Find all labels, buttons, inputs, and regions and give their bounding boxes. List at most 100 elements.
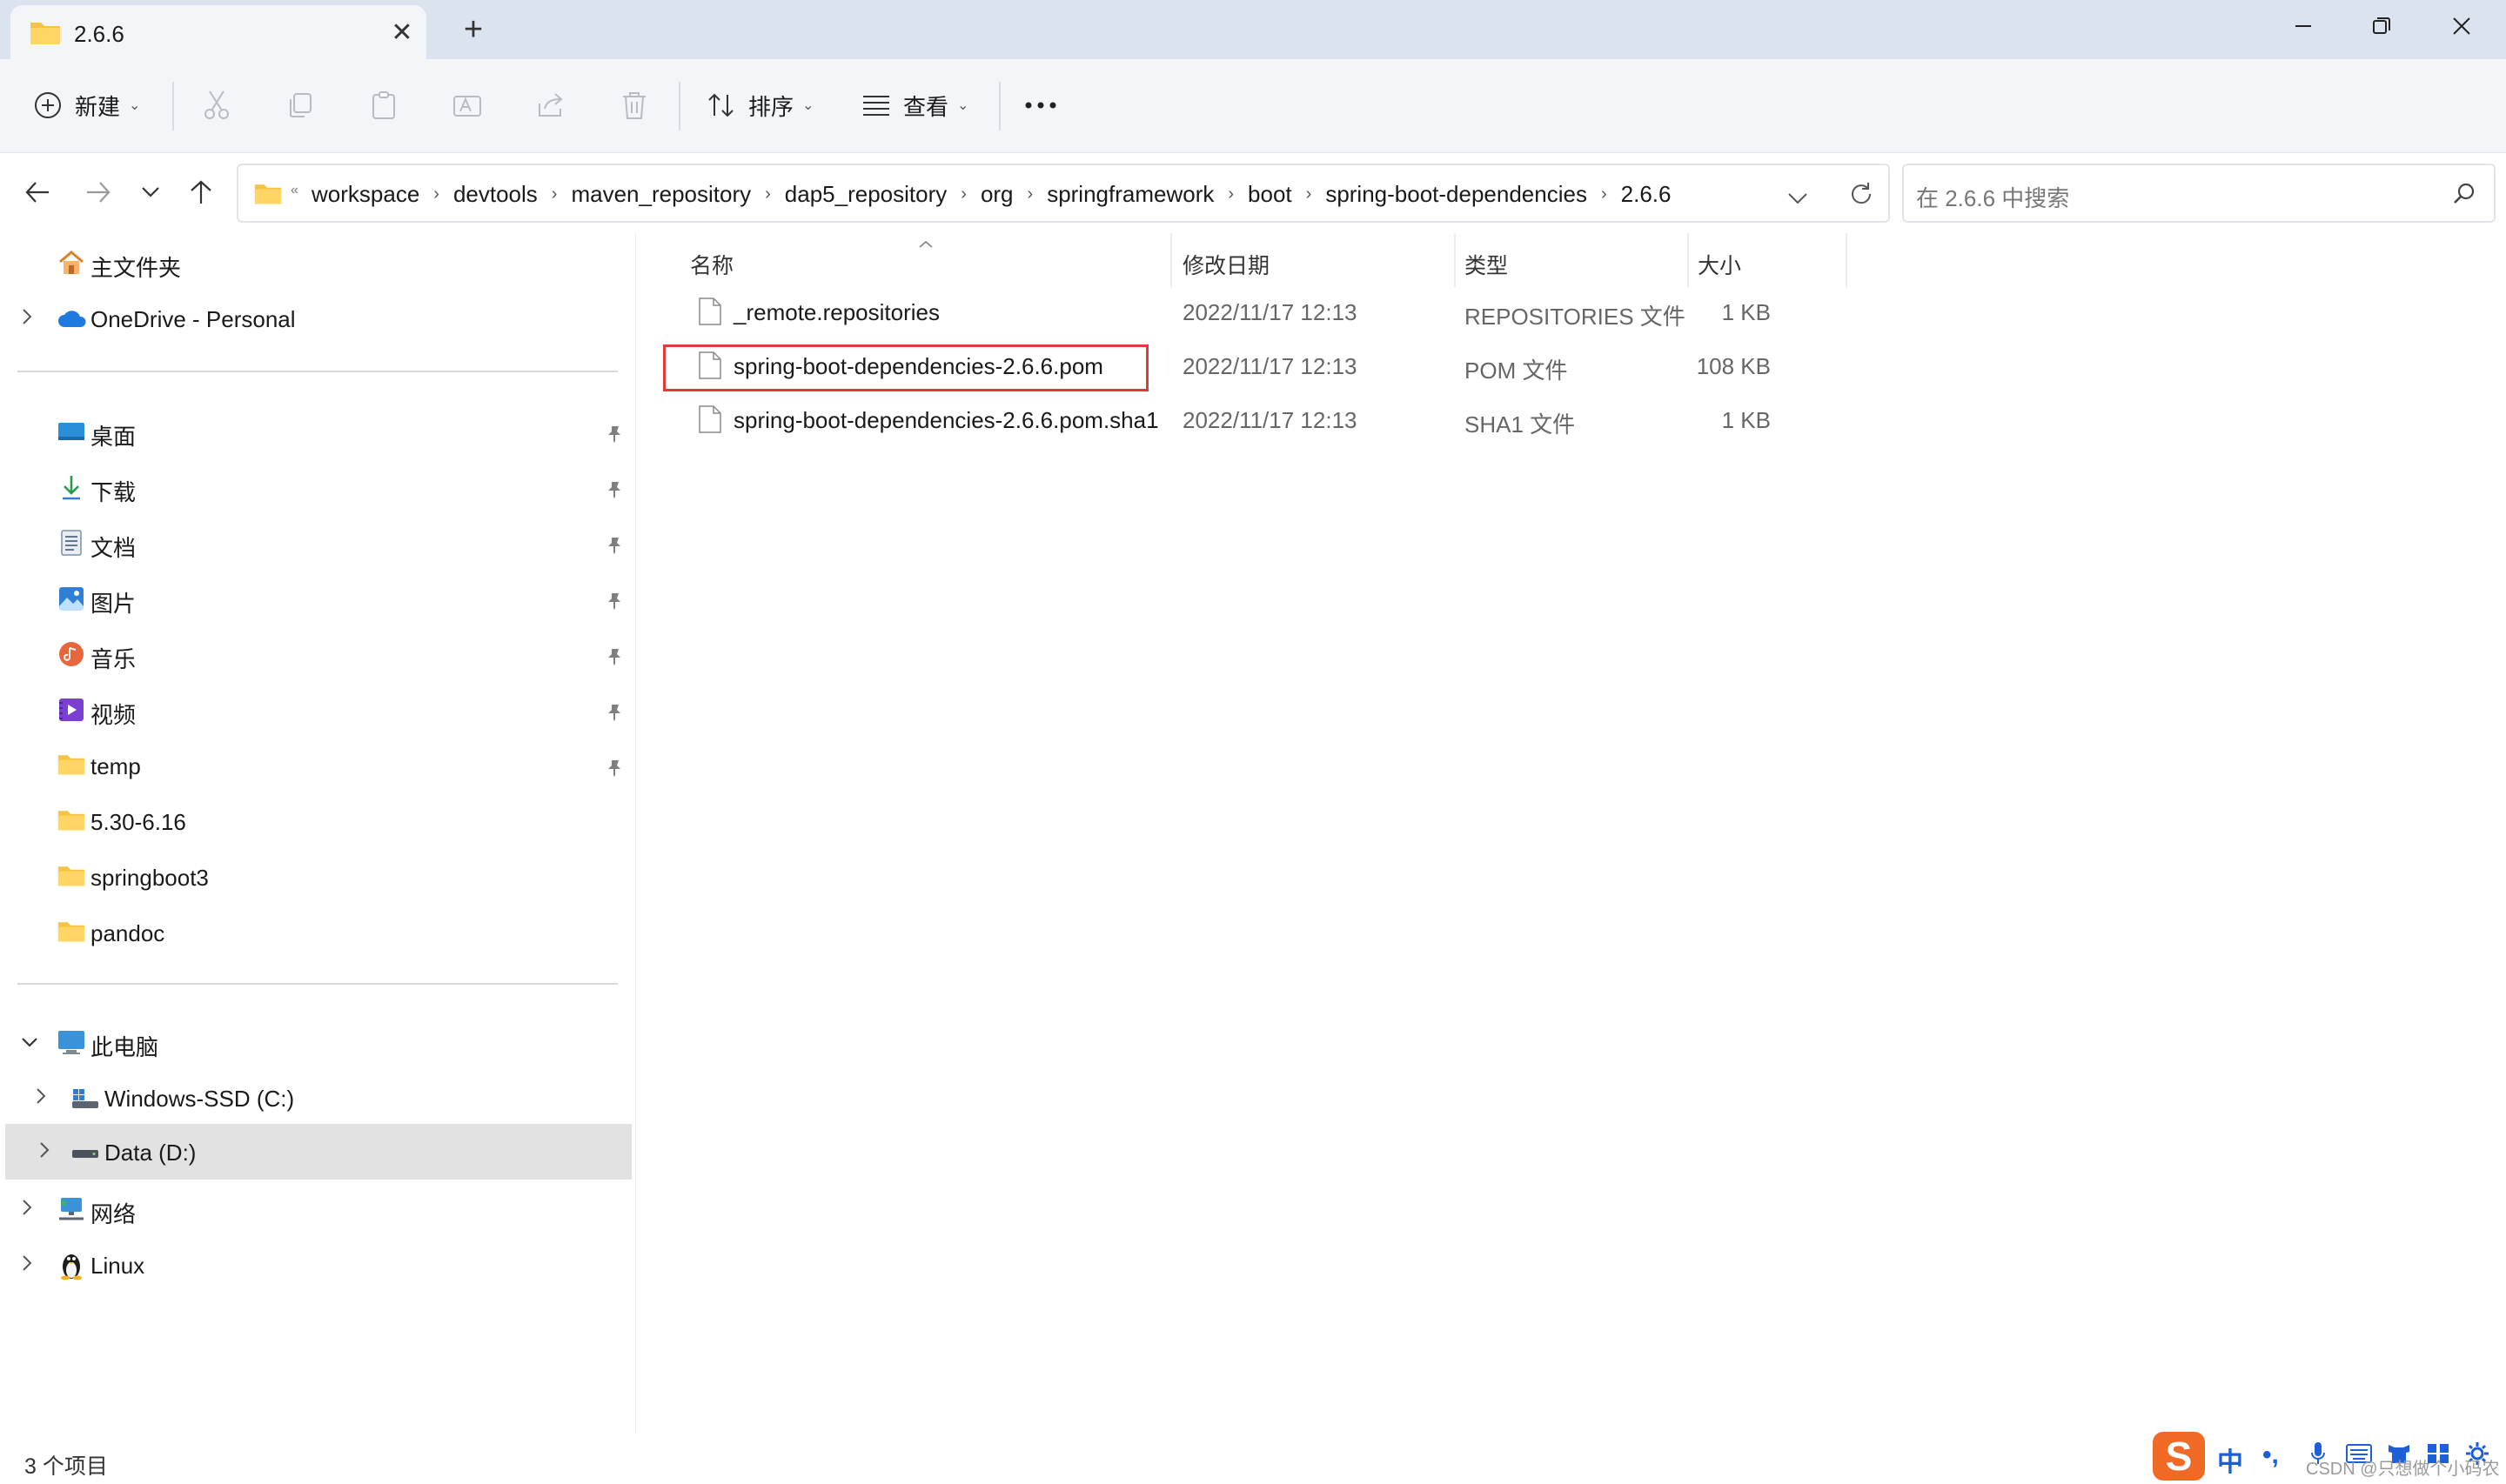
sidebar-item-temp[interactable]: temp (0, 738, 635, 793)
paste-button[interactable] (364, 85, 404, 125)
sidebar-item-documents[interactable]: 文档 (0, 515, 635, 571)
refresh-icon (1852, 183, 1872, 204)
ime-mode-toggle[interactable]: 中 (2217, 1441, 2243, 1479)
sidebar-item-desktop[interactable]: 桌面 (0, 404, 635, 459)
ime-logo-icon[interactable]: S (2153, 1432, 2205, 1481)
sidebar-item-downloads[interactable]: 下载 (0, 459, 635, 515)
new-button[interactable]: 新建 ⌄ (33, 85, 140, 125)
chevron-right-icon[interactable] (38, 1141, 59, 1162)
chevron-right-icon[interactable]: › (1306, 184, 1312, 204)
close-icon (2453, 17, 2470, 35)
breadcrumb-item[interactable]: springframework (1047, 181, 1214, 208)
breadcrumb-item[interactable]: maven_repository (571, 181, 751, 208)
new-tab-button[interactable]: + (454, 12, 492, 50)
search-box[interactable]: 在 2.6.6 中搜索 (1902, 164, 2496, 223)
breadcrumb-item[interactable]: boot (1248, 181, 1292, 208)
back-button[interactable] (16, 170, 59, 214)
breadcrumb-item-current[interactable]: 2.6.6 (1621, 181, 1672, 208)
search-input[interactable]: 在 2.6.6 中搜索 (1916, 181, 2069, 213)
sidebar-item-home[interactable]: 主文件夹 (0, 235, 635, 291)
view-button[interactable]: 查看 ⌄ (861, 85, 968, 125)
column-divider[interactable] (1170, 233, 1172, 287)
pin-icon[interactable] (606, 534, 623, 561)
chevron-right-icon[interactable] (21, 308, 42, 329)
pin-icon[interactable] (606, 701, 623, 728)
pin-icon[interactable] (606, 757, 623, 784)
breadcrumb-item[interactable]: dap5_repository (785, 181, 947, 208)
arrow-right-icon (87, 182, 111, 203)
chevron-right-icon[interactable]: › (1028, 184, 1034, 204)
pin-icon[interactable] (606, 423, 623, 450)
chevron-right-icon[interactable]: › (765, 184, 771, 204)
delete-button[interactable] (614, 85, 654, 125)
column-header-size[interactable]: 大小 (1698, 240, 1741, 289)
sidebar-item-pictures[interactable]: 图片 (0, 571, 635, 626)
file-row[interactable]: _remote.repositories 2022/11/17 12:13 RE… (664, 287, 2230, 339)
sidebar-item-label: 图片 (90, 591, 137, 617)
share-button[interactable] (531, 85, 571, 125)
refresh-button[interactable] (1848, 181, 1874, 213)
pin-icon[interactable] (606, 645, 623, 672)
navigation-row: « workspace › devtools › maven_repositor… (0, 153, 2506, 233)
restore-button[interactable] (2342, 0, 2421, 52)
recent-locations-button[interactable] (129, 170, 172, 214)
breadcrumb-item[interactable]: spring-boot-dependencies (1325, 181, 1587, 208)
pin-icon[interactable] (606, 590, 623, 617)
minimize-button[interactable] (2264, 0, 2342, 52)
chevron-right-icon[interactable]: › (433, 184, 439, 204)
chevron-down-icon[interactable] (21, 1032, 42, 1053)
address-dropdown-button[interactable] (1787, 184, 1808, 211)
sidebar-divider (17, 983, 618, 985)
copy-button[interactable] (280, 85, 320, 125)
sidebar-item-springboot3[interactable]: springboot3 (0, 849, 635, 905)
chevron-right-icon[interactable]: › (552, 184, 558, 204)
sidebar-item-pandoc[interactable]: pandoc (0, 905, 635, 960)
chevron-right-icon[interactable] (21, 1254, 42, 1275)
sort-button[interactable]: 排序 ⌄ (707, 85, 814, 125)
chevron-right-icon[interactable] (21, 1199, 42, 1220)
sidebar-item-onedrive[interactable]: OneDrive - Personal (0, 291, 635, 346)
column-header-name[interactable]: 名称 (690, 240, 734, 289)
column-header-date[interactable]: 修改日期 (1183, 240, 1270, 289)
sidebar-item-videos[interactable]: 视频 (0, 682, 635, 738)
chevron-right-icon[interactable]: › (961, 184, 967, 204)
sidebar-item-linux[interactable]: Linux (0, 1237, 635, 1293)
address-bar[interactable]: « workspace › devtools › maven_repositor… (237, 164, 1890, 223)
overflow-icon[interactable]: « (291, 183, 298, 198)
column-header-type[interactable]: 类型 (1464, 240, 1508, 289)
sidebar-item-label: pandoc (90, 920, 165, 946)
chevron-right-icon[interactable] (35, 1087, 56, 1108)
item-count: 3 个项目 (24, 1454, 108, 1479)
chevron-right-icon[interactable]: › (1228, 184, 1234, 204)
close-window-button[interactable] (2422, 0, 2501, 52)
sidebar-item-folder[interactable]: 5.30-6.16 (0, 793, 635, 849)
folder-icon (57, 807, 85, 835)
column-divider[interactable] (1687, 233, 1689, 287)
sidebar-item-label: temp (90, 753, 141, 779)
column-divider[interactable] (1846, 233, 1847, 287)
ime-punctuation-toggle[interactable]: •, (2262, 1441, 2279, 1470)
sidebar-item-drive-d[interactable]: Data (D:) (5, 1124, 632, 1180)
breadcrumb-item[interactable]: devtools (453, 181, 538, 208)
search-icon[interactable] (2452, 181, 2476, 211)
sidebar-item-drive-c[interactable]: Windows-SSD (C:) (0, 1070, 635, 1126)
sidebar-item-music[interactable]: 音乐 (0, 626, 635, 682)
chevron-right-icon[interactable]: › (1601, 184, 1607, 204)
drive-icon (71, 1138, 99, 1166)
folder-icon (30, 19, 61, 51)
breadcrumb-item[interactable]: workspace (312, 181, 419, 208)
close-tab-icon[interactable]: ✕ (385, 16, 419, 50)
sidebar-item-this-pc[interactable]: 此电脑 (0, 1014, 635, 1070)
rename-button[interactable] (447, 85, 487, 125)
tab-active[interactable]: 2.6.6 ✕ (10, 5, 426, 59)
forward-button[interactable] (77, 170, 120, 214)
up-button[interactable] (179, 170, 223, 214)
annotation-highlight-box (663, 344, 1149, 391)
file-row[interactable]: spring-boot-dependencies-2.6.6.pom.sha1 … (664, 395, 2230, 447)
breadcrumb-item[interactable]: org (981, 181, 1014, 208)
sidebar-item-network[interactable]: 网络 (0, 1181, 635, 1237)
more-options-button[interactable] (1023, 85, 1058, 125)
column-divider[interactable] (1454, 233, 1456, 287)
pin-icon[interactable] (606, 478, 623, 505)
cut-button[interactable] (197, 85, 237, 125)
